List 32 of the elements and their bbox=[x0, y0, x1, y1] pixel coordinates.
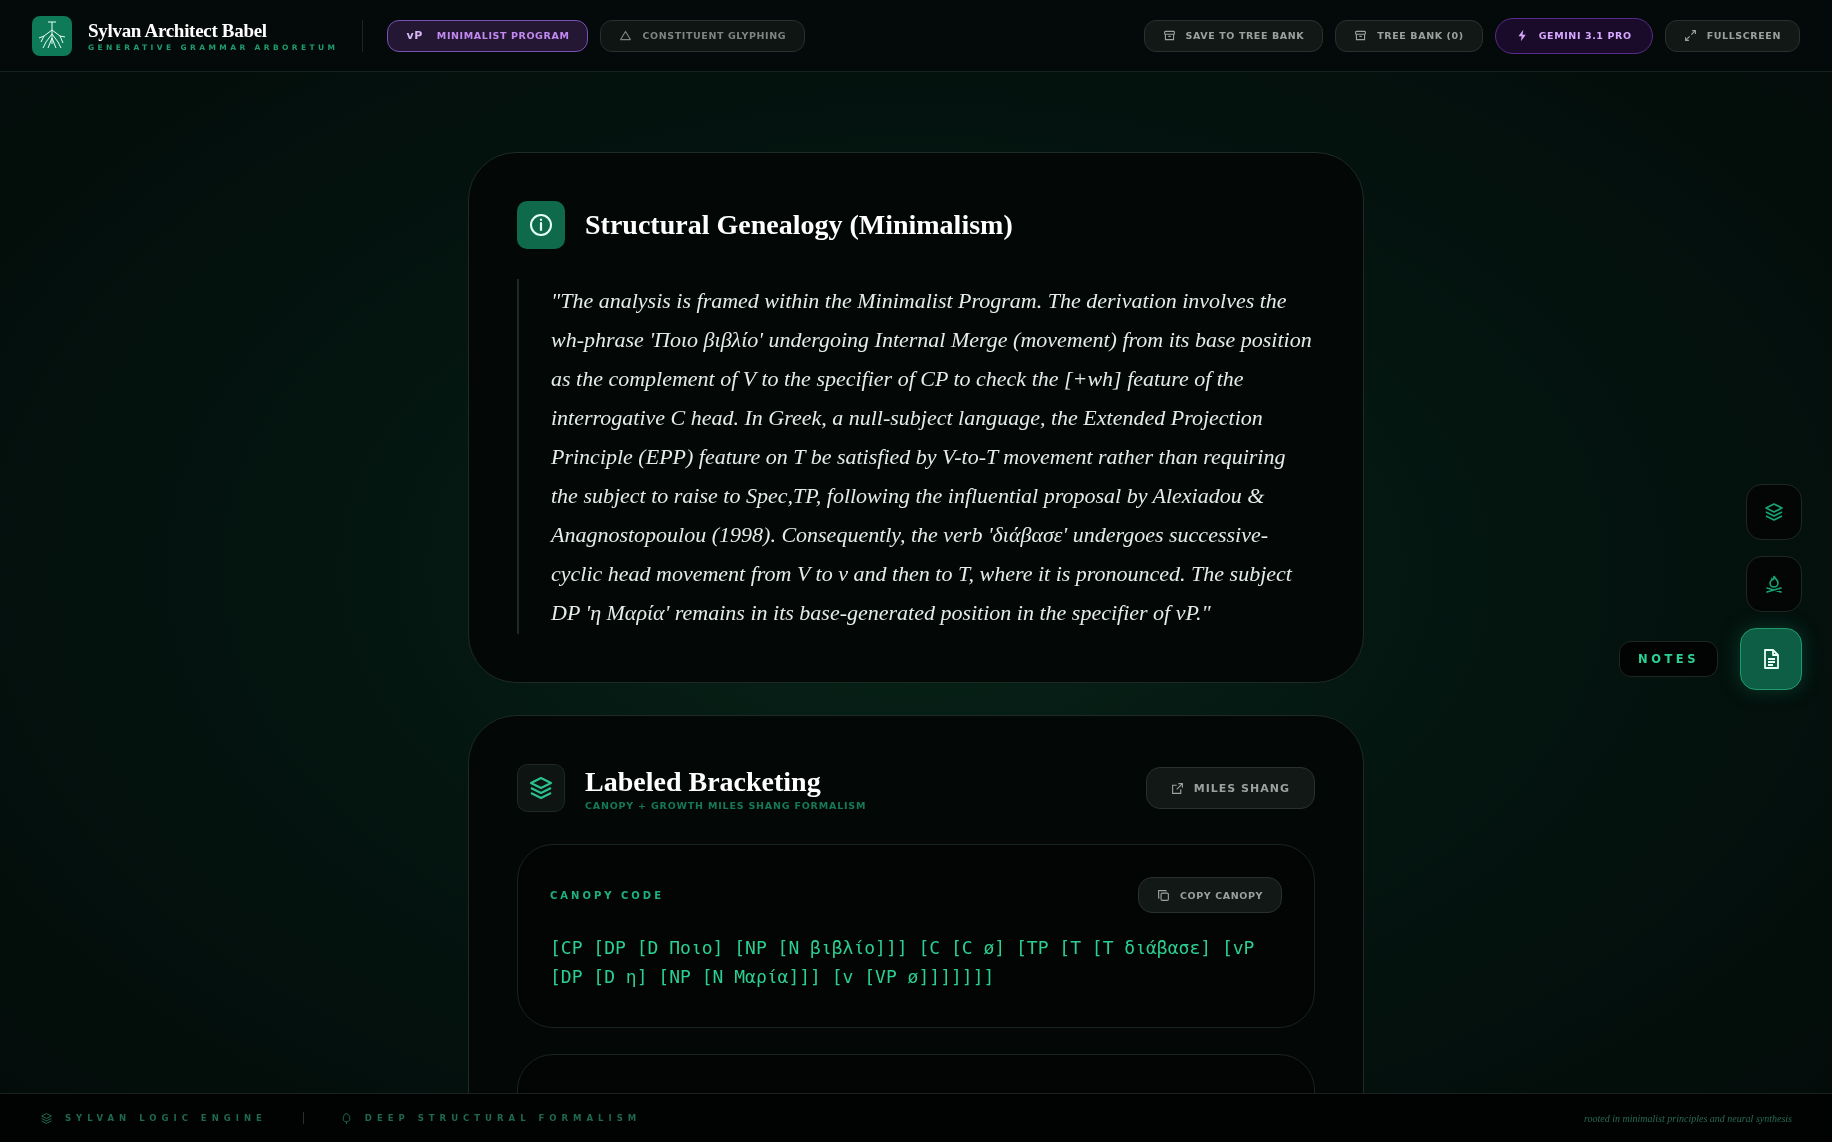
header-button[interactable]: GEMINI 3.1 PRO bbox=[1494, 17, 1653, 54]
card-title: Labeled Bracketing bbox=[585, 765, 822, 798]
tree-roots-logo bbox=[32, 15, 72, 56]
copy-icon bbox=[1157, 888, 1170, 902]
expand-icon bbox=[1683, 29, 1697, 42]
rail-tooltip: NOTES bbox=[1619, 641, 1718, 677]
card-title: Structural Genealogy (Minimalism) bbox=[585, 209, 1013, 241]
mode-tab[interactable]: vP MINIMALIST PROGRAM bbox=[387, 19, 589, 52]
copy-button[interactable]: COPY CANOPY bbox=[1138, 877, 1282, 913]
archive-icon bbox=[1162, 29, 1176, 42]
external-link-icon bbox=[1170, 781, 1184, 795]
panel-label: CANOPY CODE bbox=[550, 889, 664, 901]
header-button[interactable]: FULLSCREEN bbox=[1664, 19, 1800, 52]
triangle-icon bbox=[619, 29, 633, 42]
header-button[interactable]: TREE BANK (0) bbox=[1335, 19, 1483, 52]
bracket-code: [CP [DP [D Ποιο] [NP [N βιβλίο]]] [C [C ø] [TP [T [T διάβασε] [vP [DP [D η] [NP [N Μαρία]]] [v [VP ø]]]]]]] bbox=[550, 936, 1256, 989]
analysis-quote: "The analysis is framed within the Minimalist Program. The derivation involves the wh-phrase 'Ποιο βιβλίο' undergoing Internal Merge (movement) from its base position as the complement of V to the specifier of CP to check the [+wh] feature of the interrogative C head. In Greek, a null-subject language, the Extended Projection Principle (EPP) feature on T be satisfied by V-to-T movement rather than requiring the subject to raise to Spec,TP, following the influential proposal by Alexiadou & Anagnostopoulou (1998). Consequently, the verb 'διάβασε' undergoes successive-cyclic head movement from V to v and then to T, where it is pronounced. The subject DP 'η Μαρία' remains in its base-generated position in the specifier of vP." bbox=[517, 279, 1315, 634]
mode-prefix: vP bbox=[406, 29, 423, 42]
layers-icon bbox=[517, 764, 565, 812]
rail-button[interactable] bbox=[1740, 628, 1802, 690]
info-icon bbox=[517, 201, 565, 249]
layers-icon bbox=[1762, 500, 1786, 524]
app-title: Sylvan Architect Babel bbox=[88, 19, 268, 42]
mode-tab[interactable]: CONSTITUENT GLYPHING bbox=[600, 19, 806, 52]
archive-icon bbox=[1354, 29, 1368, 42]
footer-tagline: rooted in minimalist principles and neural synthesis bbox=[1584, 1112, 1792, 1124]
external-link-button[interactable]: MILES SHANG bbox=[1145, 767, 1315, 809]
card-subtitle: CANOPY + GROWTH MILES SHANG FORMALISM bbox=[585, 799, 867, 811]
layers-icon bbox=[40, 1111, 53, 1125]
footer-label: SYLVAN LOGIC ENGINE bbox=[65, 1113, 267, 1123]
footer-label: DEEP STRUCTURAL FORMALISM bbox=[364, 1113, 642, 1123]
header-button[interactable]: SAVE TO TREE BANK bbox=[1143, 19, 1324, 52]
